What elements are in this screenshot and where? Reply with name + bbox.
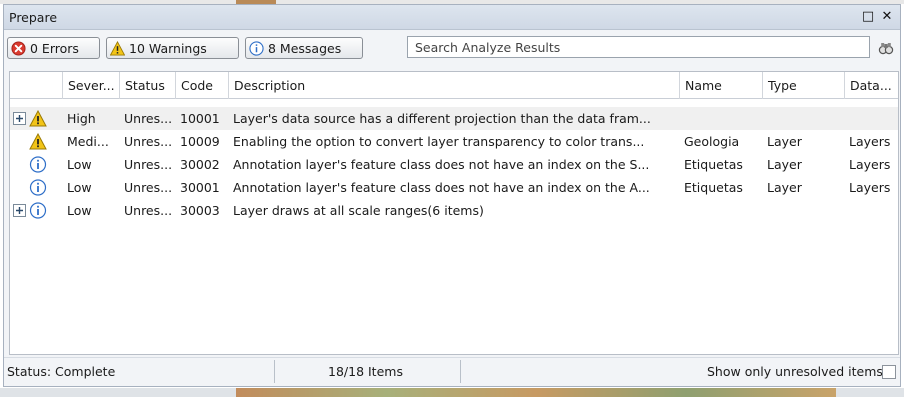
prepare-window: Prepare □ ✕ 0 Errors 10 Warnings 8 Messa… xyxy=(3,4,901,387)
type-cell xyxy=(762,107,844,130)
title-bar: Prepare □ ✕ xyxy=(4,5,900,30)
unresolved-checkbox[interactable] xyxy=(882,365,896,379)
toolbar: 0 Errors 10 Warnings 8 Messages xyxy=(4,31,900,62)
status-cell: Unres... xyxy=(124,180,173,195)
column-header-icons xyxy=(10,72,62,99)
description-cell: Layer's data source has a different proj… xyxy=(233,111,651,126)
table-row[interactable]: Low Unres... 30002 Annotation layer's fe… xyxy=(10,153,898,176)
error-icon xyxy=(11,40,26,56)
code-cell: 10009 xyxy=(180,134,220,149)
severity-cell: Low xyxy=(67,203,92,218)
data-cell: Layers xyxy=(849,157,891,172)
description-cell: Annotation layer's feature class does no… xyxy=(233,157,650,172)
type-cell: Layer xyxy=(767,180,802,195)
unresolved-label: Show only unresolved items xyxy=(707,364,883,379)
severity-cell: Low xyxy=(67,180,92,195)
info-icon xyxy=(29,156,47,173)
warning-icon xyxy=(29,110,47,127)
data-cell: Layers xyxy=(849,134,891,149)
column-header-name[interactable]: Name xyxy=(679,72,762,99)
errors-label: 0 Errors xyxy=(30,40,79,56)
name-cell: Etiquetas xyxy=(684,157,743,172)
type-cell xyxy=(762,199,844,222)
column-header-code[interactable]: Code xyxy=(175,72,228,99)
column-header-description[interactable]: Description xyxy=(228,72,679,99)
close-icon[interactable]: ✕ xyxy=(879,8,895,26)
info-icon xyxy=(29,202,47,219)
background-strip-bottom xyxy=(0,388,904,397)
code-cell: 10001 xyxy=(180,111,220,126)
name-cell: Geologia xyxy=(684,134,740,149)
name-cell xyxy=(679,199,762,222)
status-cell: Unres... xyxy=(124,203,173,218)
errors-filter-button[interactable]: 0 Errors xyxy=(7,37,100,59)
status-divider xyxy=(460,360,461,383)
table-row[interactable]: Medi... Unres... 10009 Enabling the opti… xyxy=(10,130,898,153)
data-cell: Layers xyxy=(849,180,891,195)
status-text: Status: Complete xyxy=(7,364,116,379)
table-row[interactable]: Low Unres... 30003 Layer draws at all sc… xyxy=(10,199,898,222)
data-cell xyxy=(844,107,898,130)
info-icon xyxy=(29,179,47,196)
search-box xyxy=(407,36,870,58)
warnings-filter-button[interactable]: 10 Warnings xyxy=(106,37,239,59)
warning-icon xyxy=(110,40,125,56)
type-cell: Layer xyxy=(767,157,802,172)
messages-filter-button[interactable]: 8 Messages xyxy=(245,37,363,59)
status-cell: Unres... xyxy=(124,134,173,149)
status-cell: Unres... xyxy=(124,157,173,172)
table-row[interactable]: Low Unres... 30001 Annotation layer's fe… xyxy=(10,176,898,199)
type-cell: Layer xyxy=(767,134,802,149)
description-cell: Layer draws at all scale ranges(6 items) xyxy=(233,203,484,218)
column-header-data[interactable]: Data... xyxy=(844,72,898,99)
expand-icon[interactable] xyxy=(13,204,26,217)
items-count: 18/18 Items xyxy=(328,364,403,379)
column-header-status[interactable]: Status xyxy=(119,72,175,99)
messages-label: 8 Messages xyxy=(268,40,342,56)
column-header-type[interactable]: Type xyxy=(762,72,844,99)
maximize-icon[interactable]: □ xyxy=(860,8,876,26)
name-cell: Etiquetas xyxy=(684,180,743,195)
map-fragment xyxy=(236,388,836,397)
table-header: Sever... Status Code Description Name Ty… xyxy=(10,72,898,99)
name-cell xyxy=(679,107,762,130)
results-table: Sever... Status Code Description Name Ty… xyxy=(9,71,899,355)
warnings-label: 10 Warnings xyxy=(129,40,207,56)
code-cell: 30003 xyxy=(180,203,220,218)
description-cell: Enabling the option to convert layer tra… xyxy=(233,134,645,149)
binoculars-icon[interactable] xyxy=(878,40,894,56)
expand-icon[interactable] xyxy=(13,112,26,125)
code-cell: 30001 xyxy=(180,180,220,195)
status-cell: Unres... xyxy=(124,111,173,126)
description-cell: Annotation layer's feature class does no… xyxy=(233,180,650,195)
severity-cell: Low xyxy=(67,157,92,172)
column-header-severity[interactable]: Sever... xyxy=(62,72,119,99)
code-cell: 30002 xyxy=(180,157,220,172)
status-divider xyxy=(274,360,275,383)
data-cell xyxy=(844,199,898,222)
severity-cell: Medi... xyxy=(67,134,109,149)
severity-cell: High xyxy=(67,111,96,126)
warning-icon xyxy=(29,133,47,150)
status-bar: Status: Complete 18/18 Items Show only u… xyxy=(4,357,900,386)
info-icon xyxy=(249,40,264,56)
window-title: Prepare xyxy=(9,10,58,25)
search-input[interactable] xyxy=(408,37,869,57)
table-row[interactable]: High Unres... 10001 Layer's data source … xyxy=(10,107,898,130)
